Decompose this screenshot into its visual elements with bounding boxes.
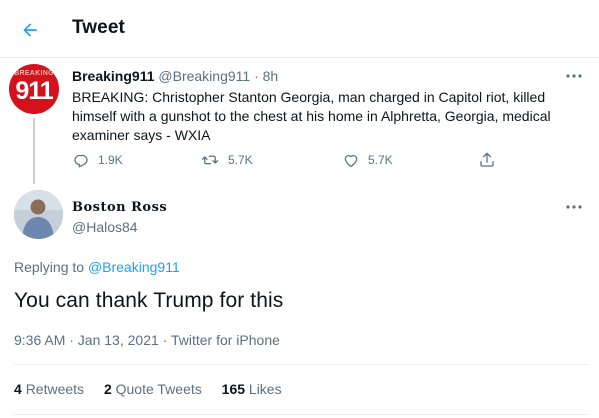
like-count: 5.7K — [368, 153, 393, 167]
retweets-count: 4 — [14, 381, 22, 397]
avatar-boston-ross[interactable] — [14, 190, 63, 239]
tweet-timestamp[interactable]: 9:36 AM · Jan 13, 2021 · Twitter for iPh… — [14, 332, 280, 348]
reply-icon — [74, 154, 88, 168]
retweets-stat[interactable]: 4 Retweets — [14, 381, 84, 397]
reply-more-button[interactable] — [564, 200, 584, 214]
retweet-icon — [201, 155, 219, 165]
stats-divider-top — [14, 364, 589, 365]
avatar-breaking911[interactable]: BREAKING 911 — [9, 64, 59, 114]
more-dots-icon — [566, 205, 582, 209]
tweet-time[interactable]: 8h — [263, 68, 279, 84]
reply-author-name[interactable]: Boston Ross — [72, 200, 167, 215]
heart-icon — [344, 155, 358, 168]
retweets-label: Retweets — [25, 381, 85, 397]
quote-tweets-label: Quote Tweets — [115, 381, 202, 397]
reply-tweet-text: You can thank Trump for this — [14, 289, 284, 312]
likes-label: Likes — [248, 381, 282, 397]
parent-tweet-text: BREAKING: Christopher Stanton Georgia, m… — [72, 89, 551, 143]
avatar-logo-big: 911 — [15, 77, 53, 105]
arrow-left-icon — [23, 23, 37, 37]
engagement-stats: 4 Retweets 2 Quote Tweets 165 Likes — [14, 381, 298, 397]
likes-stat[interactable]: 165 Likes — [222, 381, 282, 397]
parent-more-button[interactable] — [564, 69, 584, 83]
author-handle[interactable]: @Breaking911 — [158, 68, 250, 84]
share-action[interactable] — [478, 150, 496, 170]
parent-tweet-actions: 1.9K 5.7K 5.7K — [72, 150, 502, 170]
retweet-action[interactable]: 5.7K — [200, 150, 253, 170]
avatar-logo-small: BREAKING — [14, 70, 54, 77]
header-bar: Tweet — [0, 0, 599, 58]
reply-action[interactable]: 1.9K — [72, 150, 123, 170]
meta-separator: · — [254, 68, 259, 84]
share-icon — [480, 152, 494, 167]
reply-author-handle[interactable]: @Halos84 — [72, 219, 138, 235]
back-button[interactable] — [13, 13, 47, 47]
author-name[interactable]: Breaking911 — [72, 68, 155, 84]
replying-to-mention[interactable]: @Breaking911 — [88, 259, 180, 275]
parent-tweet-meta: Breaking911 @Breaking911 · 8h — [72, 68, 278, 84]
replying-to-line: Replying to @Breaking911 — [14, 259, 180, 275]
user-photo-icon — [14, 190, 63, 239]
replying-to-prefix: Replying to — [14, 259, 85, 275]
likes-count: 165 — [221, 381, 246, 397]
stats-divider-bottom — [14, 414, 589, 415]
reply-count: 1.9K — [98, 153, 123, 167]
page-title: Tweet — [72, 17, 125, 38]
quote-tweets-stat[interactable]: 2 Quote Tweets — [104, 381, 202, 397]
like-action[interactable]: 5.7K — [342, 150, 393, 170]
thread-connector-line — [33, 118, 35, 184]
quote-tweets-count: 2 — [103, 381, 112, 397]
more-dots-icon — [566, 74, 582, 78]
retweet-count: 5.7K — [228, 153, 253, 167]
